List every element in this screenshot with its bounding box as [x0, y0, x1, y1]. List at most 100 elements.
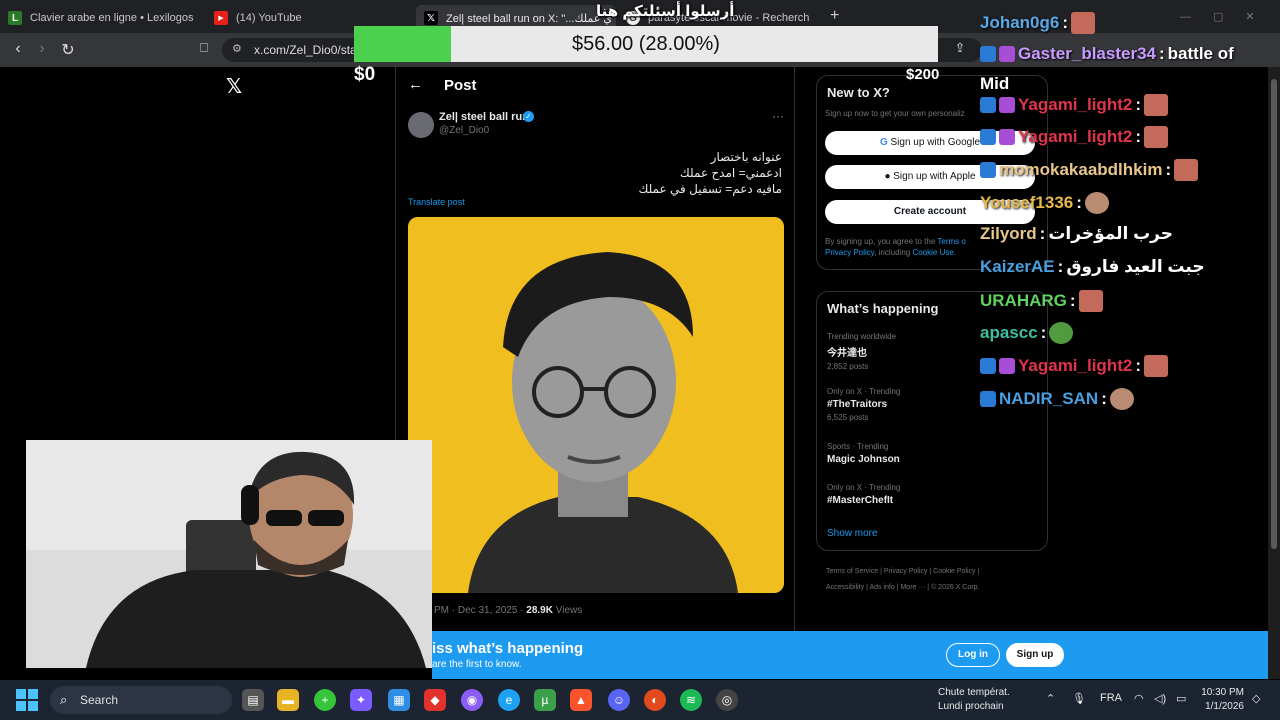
store-icon[interactable]: ▦ — [388, 689, 410, 711]
trend-item[interactable]: Only on X · Trending #TheTraitors 6,525 … — [827, 387, 900, 422]
chat-username[interactable]: URAHARG — [980, 291, 1067, 311]
footer-link[interactable]: More ··· — [900, 584, 925, 591]
taskbar-search[interactable]: ⌕ Search — [50, 686, 232, 714]
signup-button[interactable]: Sign up — [1006, 643, 1064, 667]
copilot-icon[interactable]: ✦ — [350, 689, 372, 711]
chat-separator: : — [1057, 257, 1064, 276]
chat-badge-icon — [980, 162, 996, 178]
author-name[interactable]: Zel| steel ball run — [439, 111, 529, 123]
task-view-icon[interactable]: ▤ — [242, 689, 264, 711]
chat-username[interactable]: Yagami_light2 — [1018, 127, 1132, 147]
weather-widget[interactable]: Chute températ. Lundi prochain — [912, 686, 1010, 714]
x-logo-icon[interactable]: 𝕏 — [226, 74, 242, 99]
terms-link[interactable]: Terms o — [937, 237, 965, 246]
back-arrow-icon[interactable]: ← — [408, 76, 423, 93]
footer-link[interactable]: Privacy Policy — [884, 568, 928, 575]
forward-icon[interactable]: › — [32, 40, 52, 58]
chat-username[interactable]: Zilyord — [980, 224, 1037, 244]
trend-item[interactable]: Sports · Trending Magic Johnson — [827, 442, 900, 465]
chat-username[interactable]: Johan0g6 — [980, 13, 1059, 33]
chat-badge-icon — [980, 97, 996, 113]
avatar[interactable] — [408, 112, 434, 138]
chat-badge-icon — [999, 97, 1015, 113]
chat-message: Yousef1336 : — [980, 192, 1109, 214]
apple-signup-label: Sign up with Apple — [893, 171, 976, 182]
wifi-icon[interactable]: ◠ — [1134, 692, 1144, 705]
edge-icon[interactable]: e — [498, 689, 520, 711]
utorrent-icon[interactable]: µ — [534, 689, 556, 711]
language-indicator[interactable]: FRA — [1100, 692, 1122, 704]
donation-amount: $56.00 (28.00%) — [572, 33, 720, 55]
chat-emote-icon — [1049, 322, 1074, 344]
footer-link[interactable]: Cookie Policy — [933, 568, 975, 575]
app-orange-icon[interactable]: ◐ — [644, 689, 666, 711]
site-info-icon[interactable]: ⚙ — [232, 42, 242, 55]
new-tab-icon[interactable]: + — [830, 7, 839, 25]
goal-end-label: $200 — [906, 66, 940, 83]
taskbar-clock[interactable]: 10:30 PM 1/1/2026 — [1196, 686, 1244, 714]
post-time: PM · Dec 31, 2025 · — [434, 605, 527, 616]
bookmark-icon[interactable]: ⎕ — [194, 40, 214, 56]
spotify-icon[interactable]: ≋ — [680, 689, 702, 711]
chat-username[interactable]: NADIR_SAN — [999, 389, 1098, 409]
share-icon[interactable]: ⇪ — [950, 40, 970, 56]
file-explorer-icon[interactable]: ▬ — [277, 689, 299, 711]
chat-text: battle of — [1167, 44, 1234, 63]
chat-username[interactable]: Gaster_blaster34 — [1018, 44, 1156, 64]
youtube-icon: ▶ — [214, 11, 228, 25]
chat-separator: : — [1158, 44, 1165, 63]
volume-icon[interactable]: ◁) — [1154, 692, 1166, 705]
windows-start-icon[interactable] — [16, 689, 38, 711]
notification-bell-icon[interactable]: ◇ — [1252, 692, 1260, 705]
chat-text: جبت العيد فاروق — [1066, 257, 1205, 276]
cookie-link[interactable]: Cookie Use. — [912, 248, 956, 257]
legal-text: By signing up, you agree to the — [825, 237, 938, 246]
reload-icon[interactable]: ↻ — [58, 40, 78, 60]
translate-post-link[interactable]: Translate post — [408, 197, 465, 207]
chat-separator: : — [1165, 160, 1172, 179]
chat-username[interactable]: Yagami_light2 — [1018, 95, 1132, 115]
author-handle[interactable]: @Zel_Dio0 — [439, 125, 489, 136]
chat-username[interactable]: Yousef1336 — [980, 193, 1073, 213]
battery-icon[interactable]: ▭ — [1176, 692, 1186, 705]
chat-emote-icon — [1078, 290, 1103, 312]
more-options-icon[interactable]: ··· — [772, 109, 784, 123]
footer-link[interactable]: Ads info — [869, 584, 894, 591]
trend-item[interactable]: Only on X · Trending #MasterChefIt — [827, 483, 900, 506]
discord-icon[interactable]: ☺ — [608, 689, 630, 711]
scrollbar-thumb[interactable] — [1271, 79, 1277, 549]
tab-label: (14) YouTube — [236, 12, 302, 24]
show-more-link[interactable]: Show more — [827, 528, 878, 539]
obs-icon[interactable]: ◎ — [716, 689, 738, 711]
microphone-icon[interactable]: 🎙 — [1072, 692, 1086, 705]
trend-posts: 2,852 posts — [827, 362, 869, 371]
tray-chevron-icon[interactable]: ⌃ — [1046, 692, 1055, 705]
footer-link[interactable]: Terms of Service — [826, 568, 878, 575]
footer-copyright: © 2026 X Corp. — [931, 584, 980, 591]
chat-username[interactable]: apascc — [980, 323, 1038, 343]
app-red-diamond-icon[interactable]: ◆ — [424, 689, 446, 711]
privacy-link[interactable]: Privacy Policy — [825, 248, 874, 257]
trend-name: #TheTraitors — [827, 399, 888, 410]
tab-lexilogos[interactable]: L Clavier arabe en ligne • Lexilogos — [8, 5, 198, 31]
google-icon: G — [879, 137, 888, 148]
chat-username[interactable]: Yagami_light2 — [1018, 356, 1132, 376]
chat-username[interactable]: momokakaabdlhkim — [999, 160, 1162, 180]
chat-badge-icon — [999, 46, 1015, 62]
url-text: x.com/Zel_Dio0/sta — [254, 43, 357, 57]
page-scrollbar[interactable] — [1268, 67, 1280, 679]
xbox-icon[interactable]: + — [314, 689, 336, 711]
back-icon[interactable]: ‹ — [8, 40, 28, 58]
trend-name: 今井達也 — [827, 348, 867, 359]
chat-emote-icon — [1071, 12, 1096, 34]
chat-username[interactable]: KaizerAE — [980, 257, 1055, 277]
twitch-icon[interactable]: ◉ — [461, 689, 483, 711]
footer-link[interactable]: Accessibility — [826, 584, 864, 591]
login-button[interactable]: Log in — [946, 643, 1000, 667]
chat-badge-icon — [980, 358, 996, 374]
trend-item[interactable]: Trending worldwide 今井達也 2,852 posts — [827, 332, 896, 371]
brave-icon[interactable]: ▲ — [570, 689, 592, 711]
post-image[interactable] — [408, 217, 784, 593]
streamer-webcam-illustration — [26, 440, 432, 668]
chat-separator: : — [1076, 193, 1082, 212]
